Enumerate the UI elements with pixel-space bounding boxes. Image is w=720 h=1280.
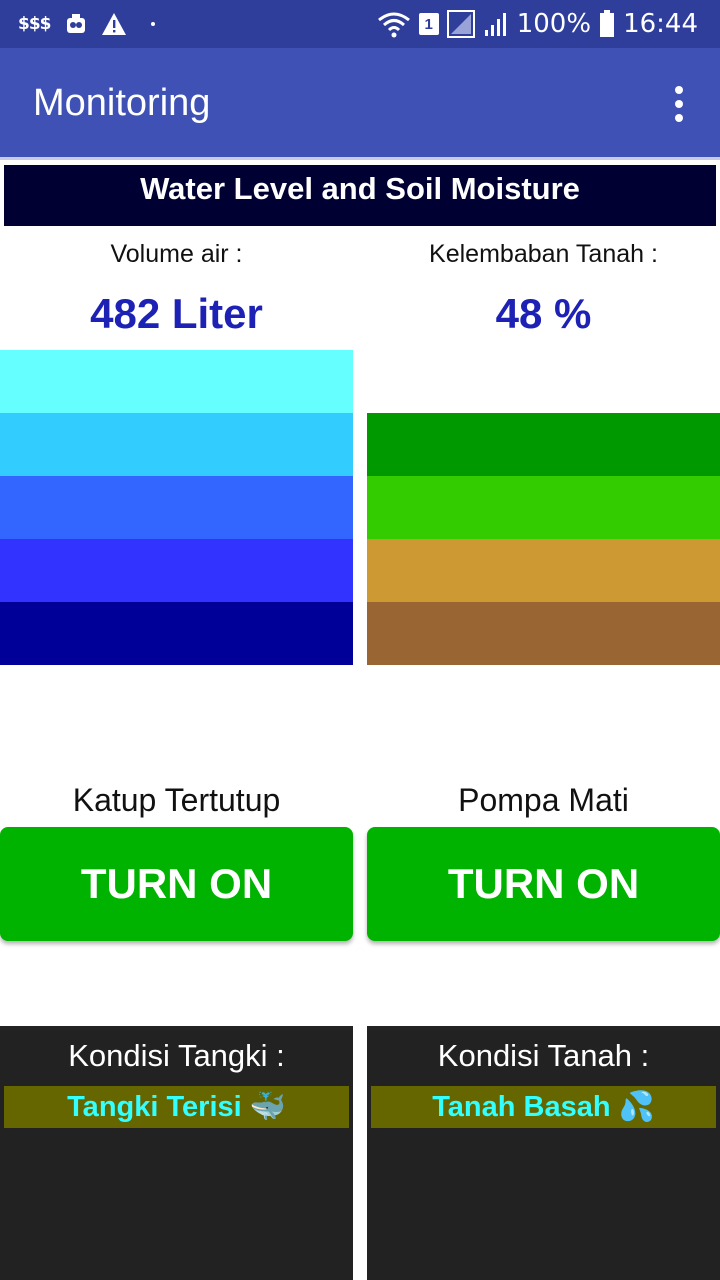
overflow-menu-icon[interactable]: [674, 86, 684, 122]
water-volume-label: Volume air :: [110, 240, 243, 268]
water-level-segment-3: [0, 476, 353, 539]
valve-status: Katup Tertutup: [72, 782, 281, 818]
sim-slot-icon: 1: [418, 13, 439, 35]
soil-level-segment-3: [367, 539, 720, 602]
soil-moisture-indicator: [367, 413, 720, 665]
tank-condition-title: Kondisi Tangki :: [68, 1038, 285, 1073]
robot-notification-icon: [66, 14, 85, 33]
soil-moisture-label: Kelembaban Tanah :: [429, 240, 658, 268]
soil-level-segment-1: [367, 413, 720, 476]
app-bar: Monitoring: [0, 48, 720, 160]
water-level-segment-2: [0, 413, 353, 476]
more-notifications-dot-icon: [150, 22, 155, 26]
soil-level-segment-2: [367, 476, 720, 539]
soil-level-segment-4: [367, 602, 720, 665]
pump-status: Pompa Mati: [458, 782, 629, 818]
pump-turn-on-button[interactable]: TURN ON: [367, 827, 720, 941]
app-title: Monitoring: [33, 82, 211, 124]
tank-condition-status: Tangki Terisi 🐳: [4, 1086, 349, 1128]
battery-percent: 100%: [516, 9, 592, 39]
water-level-segment-4: [0, 539, 353, 602]
valve-turn-on-button[interactable]: TURN ON: [0, 827, 353, 941]
status-right-icons: 1 100% 16:44: [377, 8, 698, 40]
water-level-segment-1: [0, 350, 353, 413]
tank-condition-panel: Kondisi Tangki : Tangki Terisi 🐳: [0, 1026, 353, 1280]
battery-icon: [600, 10, 615, 37]
soil-moisture-value: 48 %: [495, 290, 592, 337]
signal-sim1-icon: [446, 10, 475, 38]
soil-condition-panel: Kondisi Tanah : Tanah Basah 💦: [367, 1026, 720, 1280]
page-heading: Water Level and Soil Moisture: [4, 165, 716, 226]
wifi-icon: [377, 12, 410, 38]
clock: 16:44: [623, 9, 698, 39]
dollar-notification-icon: $$$: [18, 14, 51, 34]
water-volume-value: 482 Liter: [90, 290, 263, 337]
status-bar: $$$ 1 100% 16:44: [0, 0, 720, 48]
status-left-icons: $$$: [18, 10, 155, 38]
water-level-indicator: [0, 350, 353, 665]
water-level-segment-5: [0, 602, 353, 665]
soil-condition-title: Kondisi Tanah :: [437, 1038, 650, 1073]
warning-icon: [101, 13, 126, 35]
soil-condition-status: Tanah Basah 💦: [371, 1086, 716, 1128]
signal-sim2-icon: [484, 13, 506, 36]
